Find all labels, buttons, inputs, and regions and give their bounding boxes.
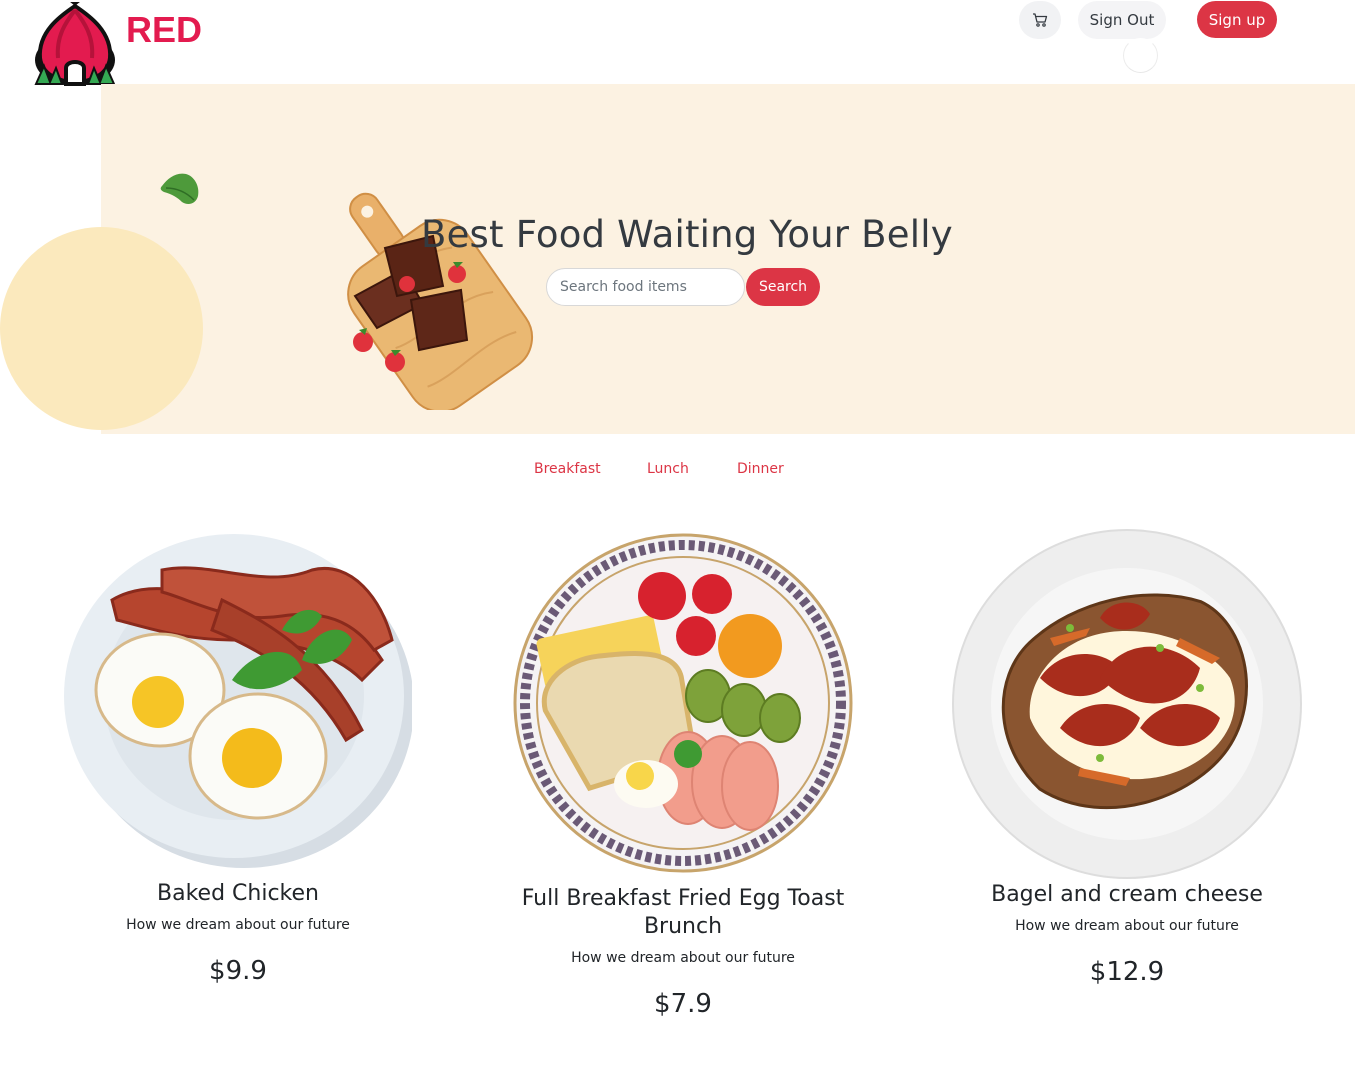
sign-up-button[interactable]: Sign up <box>1197 1 1277 38</box>
food-price: $9.9 <box>209 956 267 986</box>
food-name: Baked Chicken <box>157 881 319 906</box>
hero-banner <box>101 84 1355 434</box>
tab-dinner[interactable]: Dinner <box>737 461 784 477</box>
food-image[interactable] <box>950 528 1304 880</box>
sign-out-button[interactable]: Sign Out <box>1078 1 1166 39</box>
food-price: $12.9 <box>1089 957 1165 987</box>
tab-lunch[interactable]: Lunch <box>647 461 689 477</box>
food-name: Bagel and cream cheese <box>991 882 1263 907</box>
decorative-circle <box>0 227 203 430</box>
cart-icon <box>1033 13 1048 27</box>
search-button[interactable]: Search <box>746 268 820 306</box>
avatar[interactable] <box>1123 38 1158 73</box>
search-input[interactable] <box>546 268 745 306</box>
brand-logo[interactable] <box>30 2 120 86</box>
cart-button[interactable] <box>1019 1 1061 39</box>
leaf-icon <box>160 173 199 204</box>
food-description: How we dream about our future <box>126 917 350 933</box>
food-description: How we dream about our future <box>571 950 795 966</box>
food-price: $7.9 <box>654 989 712 1019</box>
tab-breakfast[interactable]: Breakfast <box>534 461 601 477</box>
food-image[interactable] <box>62 530 412 870</box>
food-description: How we dream about our future <box>1015 918 1239 934</box>
food-name: Full Breakfast Fried Egg Toast Brunch <box>521 886 845 939</box>
hero-title: Best Food Waiting Your Belly <box>421 213 953 256</box>
food-image[interactable] <box>512 532 854 874</box>
brand-name[interactable]: RED <box>126 9 202 51</box>
